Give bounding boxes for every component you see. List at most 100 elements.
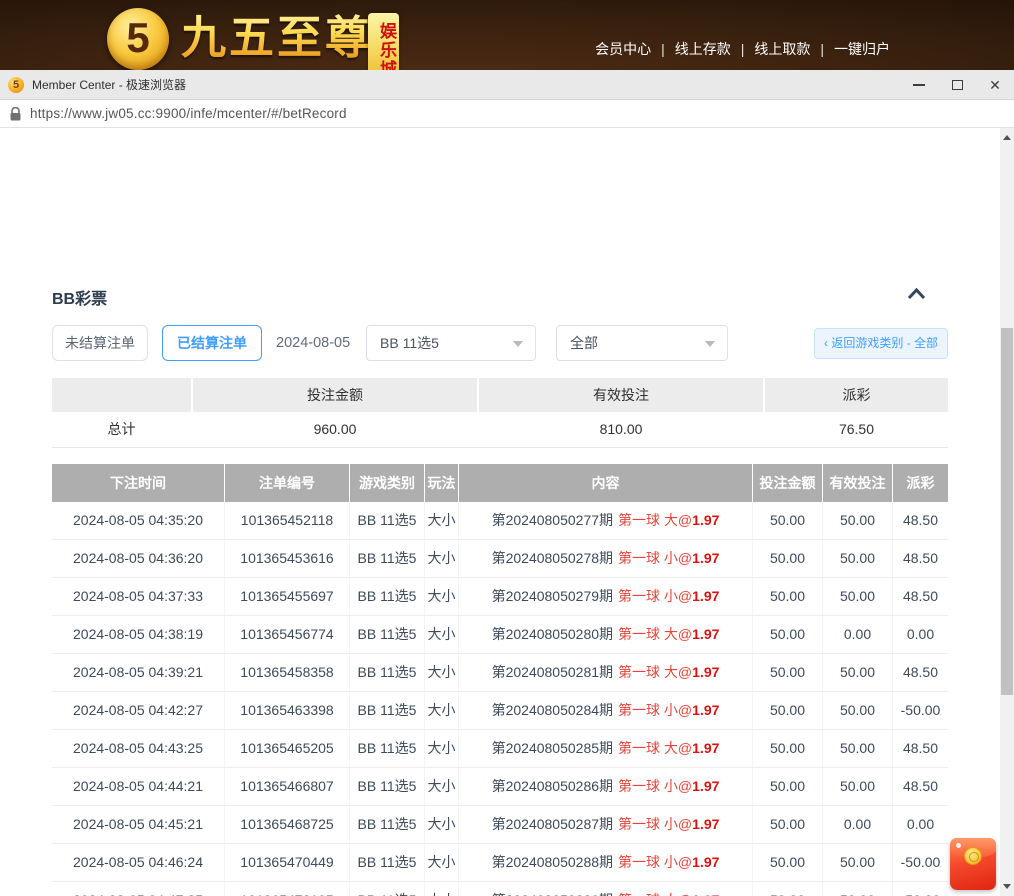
cell-play-type: 大小: [425, 806, 459, 843]
minimize-button[interactable]: [900, 70, 938, 100]
cell-game-type: BB 11选5: [350, 616, 425, 653]
content-period: 第202408050288期: [492, 854, 613, 870]
game-select[interactable]: BB 11选5: [366, 325, 536, 361]
cell-game-type: BB 11选5: [350, 540, 425, 577]
cell-content: 第202408050277期第一球 大@1.97: [459, 502, 753, 539]
cell-bet-amount: 50.00: [753, 654, 823, 691]
back-to-category-button[interactable]: ‹ 返回游戏类别 - 全部: [814, 328, 948, 359]
nav-link-3[interactable]: 一键归户: [834, 41, 890, 57]
minimize-icon: [913, 84, 925, 86]
cell-bet-time: 2024-08-05 04:43:25: [52, 730, 225, 767]
cell-order-id: 101365453616: [225, 540, 350, 577]
cell-valid-bet: 50.00: [823, 654, 893, 691]
cell-order-id: 101365463398: [225, 692, 350, 729]
cell-bet-amount: 50.00: [753, 730, 823, 767]
scroll-up-button[interactable]: [1000, 130, 1014, 145]
nav-link-2[interactable]: 线上取款: [754, 41, 810, 57]
cell-game-type: BB 11选5: [350, 654, 425, 691]
cell-play-type: 大小: [425, 578, 459, 615]
content-pick: 第一球 小@: [618, 550, 692, 566]
table-row: 2024-08-05 04:36:20101365453616BB 11选5大小…: [52, 540, 948, 578]
cell-game-type: BB 11选5: [350, 502, 425, 539]
cell-payout: 48.50: [893, 654, 948, 691]
column-header: 有效投注: [823, 464, 893, 502]
cell-bet-time: 2024-08-05 04:42:27: [52, 692, 225, 729]
close-button[interactable]: ✕: [976, 70, 1014, 100]
summary-table: 投注金额 有效投注 派彩 总计 960.00 810.00 76.50: [52, 378, 948, 448]
cell-bet-time: 2024-08-05 04:45:21: [52, 806, 225, 843]
cell-payout: 48.50: [893, 768, 948, 805]
bet-record-table: 下注时间注单编号游戏类别玩法内容投注金额有效投注派彩 2024-08-05 04…: [52, 464, 948, 896]
summary-total-bet-amount: 960.00: [193, 412, 477, 447]
content-odds: 1.97: [692, 816, 719, 832]
game-select-value: BB 11选5: [380, 335, 439, 351]
cell-order-id: 101365472195: [225, 882, 350, 896]
table-row: 2024-08-05 04:35:20101365452118BB 11选5大小…: [52, 502, 948, 540]
brand-logo-icon: 5: [107, 8, 169, 70]
cell-valid-bet: 50.00: [823, 768, 893, 805]
nav-link-0[interactable]: 会员中心: [595, 41, 651, 57]
content-odds: 1.97: [692, 702, 719, 718]
cell-bet-amount: 50.00: [753, 768, 823, 805]
content-period: 第202408050281期: [492, 664, 613, 680]
page-content: BB彩票 未结算注单 已结算注单 2024-08-05 BB 11选5 全部 ‹…: [0, 128, 1000, 896]
cell-bet-time: 2024-08-05 04:39:21: [52, 654, 225, 691]
summary-total-row: 总计 960.00 810.00 76.50: [52, 412, 948, 448]
scrollbar-thumb[interactable]: [1001, 328, 1013, 695]
cell-order-id: 101365470449: [225, 844, 350, 881]
cell-payout: 48.50: [893, 540, 948, 577]
cell-content: 第202408050280期第一球 大@1.97: [459, 616, 753, 653]
content-pick: 第一球 小@: [618, 588, 692, 604]
url-text: https://www.jw05.cc:9900/infe/mcenter/#/…: [30, 106, 347, 121]
settled-bets-button[interactable]: 已结算注单: [162, 325, 262, 361]
nav-link-1[interactable]: 线上存款: [675, 41, 731, 57]
cell-valid-bet: 50.00: [823, 882, 893, 896]
cell-play-type: 大小: [425, 844, 459, 881]
content-pick: 第一球 大@: [618, 892, 692, 896]
red-envelope-icon[interactable]: [950, 838, 996, 890]
nav-separator: |: [741, 41, 745, 57]
content-pick: 第一球 小@: [618, 816, 692, 832]
browser-titlebar: 5 Member Center - 极速浏览器 ✕: [0, 70, 1014, 100]
cell-payout: 0.00: [893, 806, 948, 843]
summary-header-blank: [52, 378, 191, 412]
content-pick: 第一球 小@: [618, 778, 692, 794]
cell-game-type: BB 11选5: [350, 578, 425, 615]
cell-game-type: BB 11选5: [350, 730, 425, 767]
summary-total-valid-bet: 810.00: [479, 412, 763, 447]
content-odds: 1.97: [692, 664, 719, 680]
arrow-down-icon: [1003, 884, 1011, 889]
vertical-scrollbar[interactable]: [1000, 128, 1014, 896]
content-pick: 第一球 大@: [618, 626, 692, 642]
cell-game-type: BB 11选5: [350, 882, 425, 896]
unsettled-bets-button[interactable]: 未结算注单: [52, 325, 148, 361]
date-filter[interactable]: 2024-08-05: [276, 325, 350, 361]
content-odds: 1.97: [692, 512, 719, 528]
content-period: 第202408050289期: [492, 892, 613, 896]
content-odds: 1.97: [692, 626, 719, 642]
cell-game-type: BB 11选5: [350, 692, 425, 729]
table-row: 2024-08-05 04:39:21101365458358BB 11选5大小…: [52, 654, 948, 692]
address-bar[interactable]: https://www.jw05.cc:9900/infe/mcenter/#/…: [0, 100, 1014, 128]
content-period: 第202408050277期: [492, 512, 613, 528]
chevron-down-icon: [705, 341, 715, 347]
scope-select[interactable]: 全部: [556, 325, 728, 361]
cell-bet-amount: 50.00: [753, 806, 823, 843]
maximize-button[interactable]: [938, 70, 976, 100]
scroll-down-button[interactable]: [1000, 879, 1014, 894]
arrow-up-icon: [1003, 135, 1011, 140]
content-odds: 1.97: [692, 550, 719, 566]
table-row: 2024-08-05 04:37:33101365455697BB 11选5大小…: [52, 578, 948, 616]
content-pick: 第一球 小@: [618, 702, 692, 718]
table-row: 2024-08-05 04:46:24101365470449BB 11选5大小…: [52, 844, 948, 882]
cell-valid-bet: 0.00: [823, 806, 893, 843]
cell-valid-bet: 50.00: [823, 692, 893, 729]
cell-play-type: 大小: [425, 730, 459, 767]
maximize-icon: [952, 80, 963, 90]
cell-payout: 48.50: [893, 578, 948, 615]
content-period: 第202408050279期: [492, 588, 613, 604]
logo-number: 5: [126, 14, 149, 62]
chevron-up-icon[interactable]: [907, 287, 926, 300]
browser-favicon-icon: 5: [8, 77, 24, 93]
window-title: Member Center - 极速浏览器: [32, 70, 186, 100]
